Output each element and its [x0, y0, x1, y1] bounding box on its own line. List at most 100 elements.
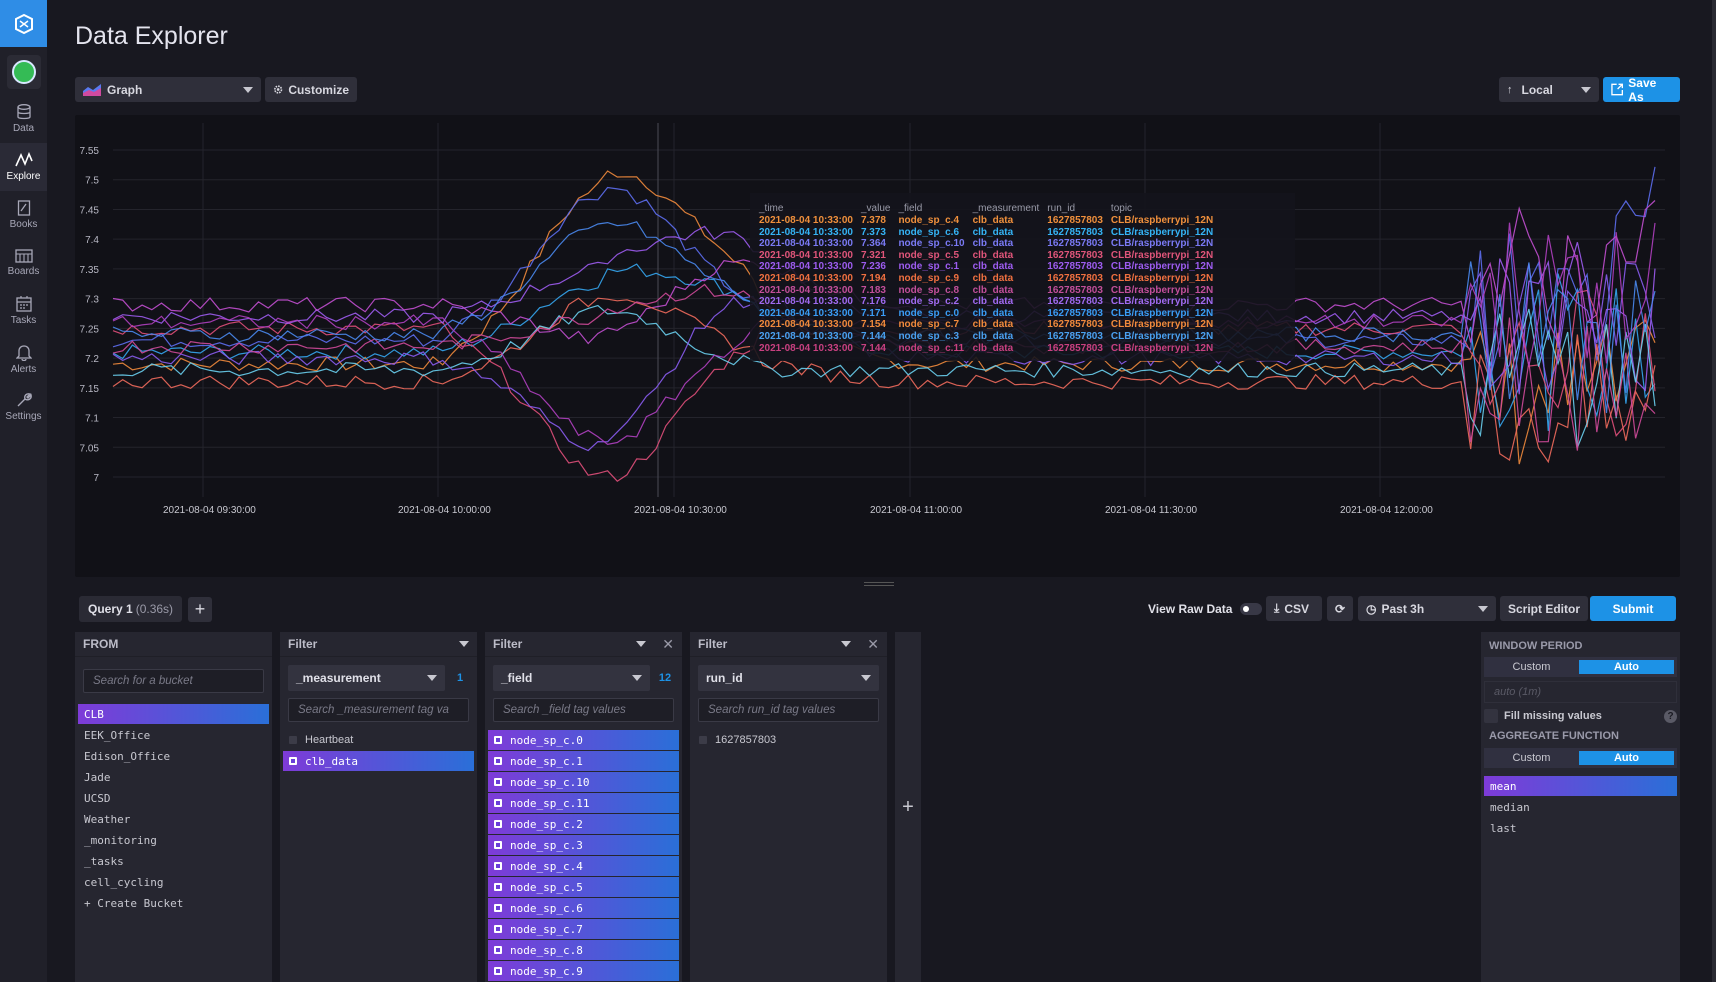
view-type-dropdown[interactable]: Graph: [75, 77, 261, 102]
run-id-search-input[interactable]: Search run_id tag values: [698, 698, 879, 722]
tag-value-item[interactable]: node_sp_c.1: [488, 751, 679, 771]
bucket-item[interactable]: Jade: [78, 767, 269, 787]
tag-value-item[interactable]: node_sp_c.7: [488, 919, 679, 939]
tag-value-item[interactable]: node_sp_c.3: [488, 835, 679, 855]
pin-icon: ↑: [1507, 83, 1513, 96]
tag-key-dropdown[interactable]: run_id: [698, 665, 879, 691]
nav-item-explore[interactable]: Explore: [0, 143, 47, 191]
nav-item-settings[interactable]: Settings: [0, 383, 47, 431]
dashboard-icon: [14, 249, 33, 263]
close-icon[interactable]: ✕: [662, 636, 674, 653]
nav-item-tasks[interactable]: Tasks: [0, 287, 47, 335]
checkbox[interactable]: [494, 757, 502, 765]
help-icon[interactable]: ?: [1664, 709, 1677, 723]
aggregate-function-item[interactable]: mean: [1484, 776, 1677, 796]
bucket-search-input[interactable]: Search for a bucket: [83, 669, 264, 693]
time-range-dropdown[interactable]: ◷ Past 3h: [1358, 596, 1496, 621]
tag-key-dropdown[interactable]: _measurement: [288, 665, 445, 691]
tag-value-item[interactable]: node_sp_c.4: [488, 856, 679, 876]
csv-button[interactable]: ⤓ CSV: [1266, 596, 1322, 621]
checkbox[interactable]: [494, 883, 502, 891]
list-item-label: last: [1490, 821, 1517, 835]
checkbox[interactable]: [699, 736, 707, 744]
tooltip-cell: 1627857803: [1047, 215, 1103, 226]
influx-logo-icon[interactable]: [0, 0, 47, 47]
tag-value-item[interactable]: node_sp_c.0: [488, 730, 679, 750]
checkbox[interactable]: [494, 967, 502, 975]
bucket-item[interactable]: EEK_Office: [78, 725, 269, 745]
tag-key-dropdown[interactable]: _field: [493, 665, 650, 691]
nav-item-data[interactable]: Data: [0, 95, 47, 143]
bucket-item[interactable]: UCSD: [78, 788, 269, 808]
fill-missing-checkbox[interactable]: [1484, 709, 1498, 723]
submit-button[interactable]: Submit: [1590, 596, 1676, 621]
resize-handle[interactable]: [864, 582, 894, 586]
tag-value-item[interactable]: clb_data: [283, 751, 474, 771]
bucket-item[interactable]: cell_cycling: [78, 872, 269, 892]
fill-missing-row: Fill missing values ?: [1481, 703, 1680, 723]
tag-value-item[interactable]: node_sp_c.2: [488, 814, 679, 834]
window-auto-option[interactable]: Auto: [1579, 660, 1674, 674]
nav-item-boards[interactable]: Boards: [0, 239, 47, 287]
refresh-button[interactable]: ⟳: [1327, 596, 1353, 621]
checkbox[interactable]: [494, 799, 502, 807]
checkbox[interactable]: [494, 841, 502, 849]
tag-value-item[interactable]: node_sp_c.10: [488, 772, 679, 792]
bucket-item[interactable]: _monitoring: [78, 830, 269, 850]
nav-item-books[interactable]: Books: [0, 191, 47, 239]
tag-value-item[interactable]: node_sp_c.6: [488, 898, 679, 918]
customize-button[interactable]: Customize: [265, 77, 357, 102]
chart-tooltip: _time _value _field _measurement run_id topic…: [750, 193, 1295, 361]
tooltip-cell: 2021-08-04 10:33:00: [759, 307, 853, 319]
checkbox[interactable]: [289, 736, 297, 744]
query-tab[interactable]: Query 1 (0.36s): [79, 596, 183, 622]
add-query-button[interactable]: +: [188, 597, 212, 622]
checkbox[interactable]: [289, 757, 297, 765]
tag-value-item[interactable]: 1627857803: [693, 730, 884, 750]
view-raw-toggle[interactable]: View Raw Data: [1148, 602, 1263, 616]
tag-value-item[interactable]: node_sp_c.8: [488, 940, 679, 960]
checkbox[interactable]: [494, 736, 502, 744]
window-custom-option[interactable]: Custom: [1484, 657, 1579, 677]
add-filter-button[interactable]: +: [895, 632, 921, 982]
aggregate-function-item[interactable]: median: [1484, 797, 1677, 817]
timezone-dropdown[interactable]: ↑ Local: [1499, 77, 1599, 102]
bucket-item[interactable]: Edison_Office: [78, 746, 269, 766]
selected-count-badge: 12: [658, 672, 672, 684]
checkbox[interactable]: [494, 862, 502, 870]
save-as-button[interactable]: Save As: [1603, 76, 1680, 104]
tag-value-item[interactable]: Heartbeat: [283, 730, 474, 750]
checkbox[interactable]: [494, 778, 502, 786]
measurement-search-input[interactable]: Search _measurement tag va: [288, 698, 469, 722]
aggregate-function-item[interactable]: last: [1484, 818, 1677, 838]
y-tick-label: 7: [93, 473, 99, 484]
tag-value-item[interactable]: node_sp_c.9: [488, 961, 679, 981]
checkbox[interactable]: [494, 820, 502, 828]
plus-icon: +: [902, 795, 914, 818]
checkbox[interactable]: [494, 925, 502, 933]
bucket-item[interactable]: _tasks: [78, 851, 269, 871]
script-editor-button[interactable]: Script Editor: [1500, 596, 1588, 621]
bucket-item[interactable]: Weather: [78, 809, 269, 829]
checkbox[interactable]: [494, 946, 502, 954]
close-icon[interactable]: ✕: [867, 636, 879, 653]
raw-data-switch[interactable]: [1240, 603, 1263, 615]
tag-value-item[interactable]: node_sp_c.11: [488, 793, 679, 813]
tooltip-cell: node_sp_c.5: [898, 249, 960, 261]
create-bucket-button[interactable]: + Create Bucket: [78, 893, 269, 913]
chevron-down-icon[interactable]: [459, 641, 469, 647]
tag-value-item[interactable]: node_sp_c.5: [488, 877, 679, 897]
graph-panel[interactable]: 7.55 7.5 7.45 7.4 7.35 7.3 7.25 7.2 7.15 7.1 7.05 7…: [75, 115, 1680, 577]
aggregate-custom-option[interactable]: Custom: [1484, 748, 1579, 768]
user-avatar[interactable]: [6, 55, 41, 89]
bucket-item[interactable]: CLB: [78, 704, 269, 724]
nav-item-alerts[interactable]: Alerts: [0, 335, 47, 383]
aggregate-auto-option[interactable]: Auto: [1579, 751, 1674, 765]
chevron-down-icon[interactable]: [841, 641, 852, 647]
field-search-input[interactable]: Search _field tag values: [493, 698, 674, 722]
field-list: node_sp_c.0 node_sp_c.1 node_sp_c.10 node_s…: [485, 730, 682, 981]
window-period-input[interactable]: auto (1m): [1484, 681, 1677, 703]
checkbox[interactable]: [494, 904, 502, 912]
chevron-down-icon[interactable]: [636, 641, 647, 647]
tooltip-cell: clb_data: [972, 215, 1014, 226]
